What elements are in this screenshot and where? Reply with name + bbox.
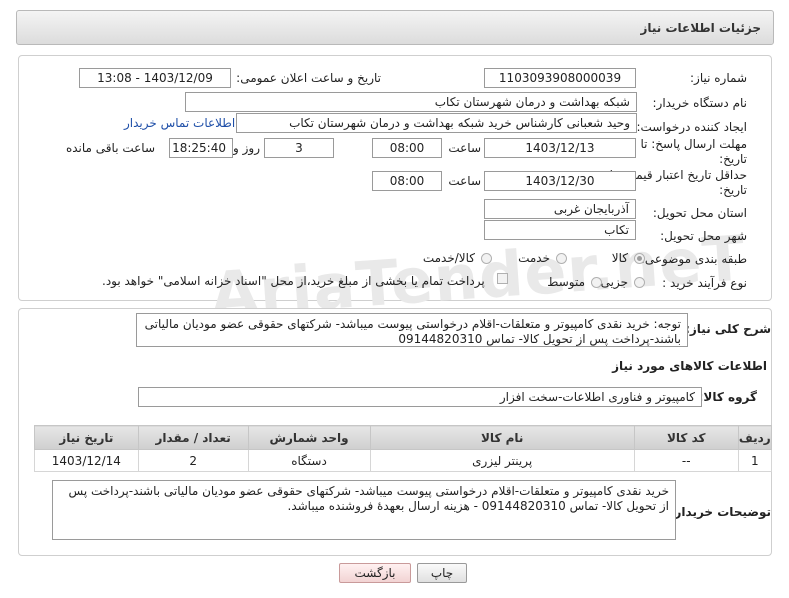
page-title: جزئیات اطلاعات نیاز (640, 21, 761, 35)
goods-info-title: اطلاعات کالاهای مورد نیاز (612, 359, 767, 373)
goods-table: ردیف کد کالا نام کالا واحد شمارش تعداد /… (34, 425, 773, 472)
city-field: تکاب (484, 220, 636, 240)
table-row: 1 -- پرینتر لیزری دستگاه 2 1403/12/14 (34, 449, 773, 472)
province-label: استان محل تحویل: (652, 206, 747, 220)
radio-goods[interactable] (634, 252, 645, 264)
col-name: نام کالا (369, 425, 635, 450)
days-field: 3 (264, 138, 334, 158)
creator-field: وحید شعبانی کارشناس خرید شبکه بهداشت و د… (236, 113, 637, 133)
print-button[interactable]: چاپ (417, 563, 467, 583)
col-unit: واحد شمارش (247, 425, 371, 450)
cell-code: -- (633, 449, 739, 472)
days-label: روز و (233, 141, 260, 155)
process-label: نوع فرآیند خرید : (662, 276, 747, 290)
back-button[interactable]: بازگشت (339, 563, 411, 583)
creator-label: ایجاد کننده درخواست: (636, 120, 747, 134)
cell-date: 1403/12/14 (34, 449, 139, 472)
radio-medium[interactable] (591, 276, 602, 288)
process-option-medium[interactable]: متوسط (547, 275, 602, 289)
price-time-field: 08:00 (372, 171, 442, 191)
announce-field: 1403/12/09 - 13:08 (79, 68, 231, 88)
col-qty: تعداد / مقدار (137, 425, 249, 450)
category-option-goods-label: کالا (611, 251, 628, 265)
cell-qty: 2 (137, 449, 249, 472)
buyer-contact-link[interactable]: اطلاعات تماس خریدار (124, 116, 235, 130)
payment-note: پرداخت تمام یا بخشی از مبلغ خرید،از محل … (102, 274, 485, 288)
buyer-org-field: شبکه بهداشت و درمان شهرستان تکاب (185, 92, 637, 112)
price-time-label: ساعت (448, 174, 481, 188)
process-option-minor-label: جزیی (600, 275, 628, 289)
category-option-service[interactable]: خدمت (518, 251, 567, 265)
cell-unit: دستگاه (247, 449, 371, 472)
buyer-notes-label: توضیحات خریدار: (669, 505, 771, 519)
process-option-medium-label: متوسط (547, 275, 585, 289)
need-number-label: شماره نیاز: (690, 71, 747, 85)
buyer-notes-text: خرید نقدی کامپیوتر و متعلقات-اقلام درخوا… (52, 480, 676, 540)
reply-time-field: 08:00 (372, 138, 442, 158)
category-label: طبقه بندی موضوعی: (640, 252, 747, 266)
category-option-service-label: خدمت (518, 251, 550, 265)
remaining-time-field: 18:25:40 (169, 138, 233, 158)
goods-table-header: ردیف کد کالا نام کالا واحد شمارش تعداد /… (34, 425, 773, 450)
goods-group-field: کامپیوتر و فناوری اطلاعات-سخت افزار (138, 387, 702, 407)
reply-time-label: ساعت (448, 141, 481, 155)
summary-label: شرح کلی نیاز: (685, 322, 771, 336)
col-code: کد کالا (633, 425, 739, 450)
cell-name: پرینتر لیزری (369, 449, 635, 472)
need-number-field: 1103093908000039 (484, 68, 636, 88)
col-date: تاریخ نیاز (34, 425, 139, 450)
announce-label: تاریخ و ساعت اعلان عمومی: (236, 71, 381, 85)
radio-both[interactable] (481, 252, 492, 264)
reply-date-field: 1403/12/13 (484, 138, 636, 158)
col-row: ردیف (737, 425, 773, 450)
city-label: شهر محل تحویل: (660, 229, 747, 243)
province-field: آذربایجان غربی (484, 199, 636, 219)
reply-deadline-label: مهلت ارسال پاسخ: تا تاریخ: (640, 137, 747, 166)
price-date-field: 1403/12/30 (484, 171, 636, 191)
page-header: جزئیات اطلاعات نیاز (16, 10, 774, 45)
radio-service[interactable] (556, 252, 567, 264)
radio-minor[interactable] (634, 276, 645, 288)
category-option-both[interactable]: کالا/خدمت (423, 251, 492, 265)
category-option-goods[interactable]: کالا (612, 251, 645, 265)
summary-text: توجه: خرید نقدی کامپیوتر و متعلقات-اقلام… (136, 313, 688, 347)
goods-group-label: گروه کالا: (698, 390, 757, 404)
cell-row: 1 (737, 449, 773, 472)
remaining-label: ساعت باقی مانده (65, 141, 155, 155)
category-option-both-label: کالا/خدمت (422, 251, 475, 265)
process-option-minor[interactable]: جزیی (601, 275, 645, 289)
buyer-org-label: نام دستگاه خریدار: (652, 96, 748, 110)
treasury-checkbox[interactable] (497, 273, 508, 284)
